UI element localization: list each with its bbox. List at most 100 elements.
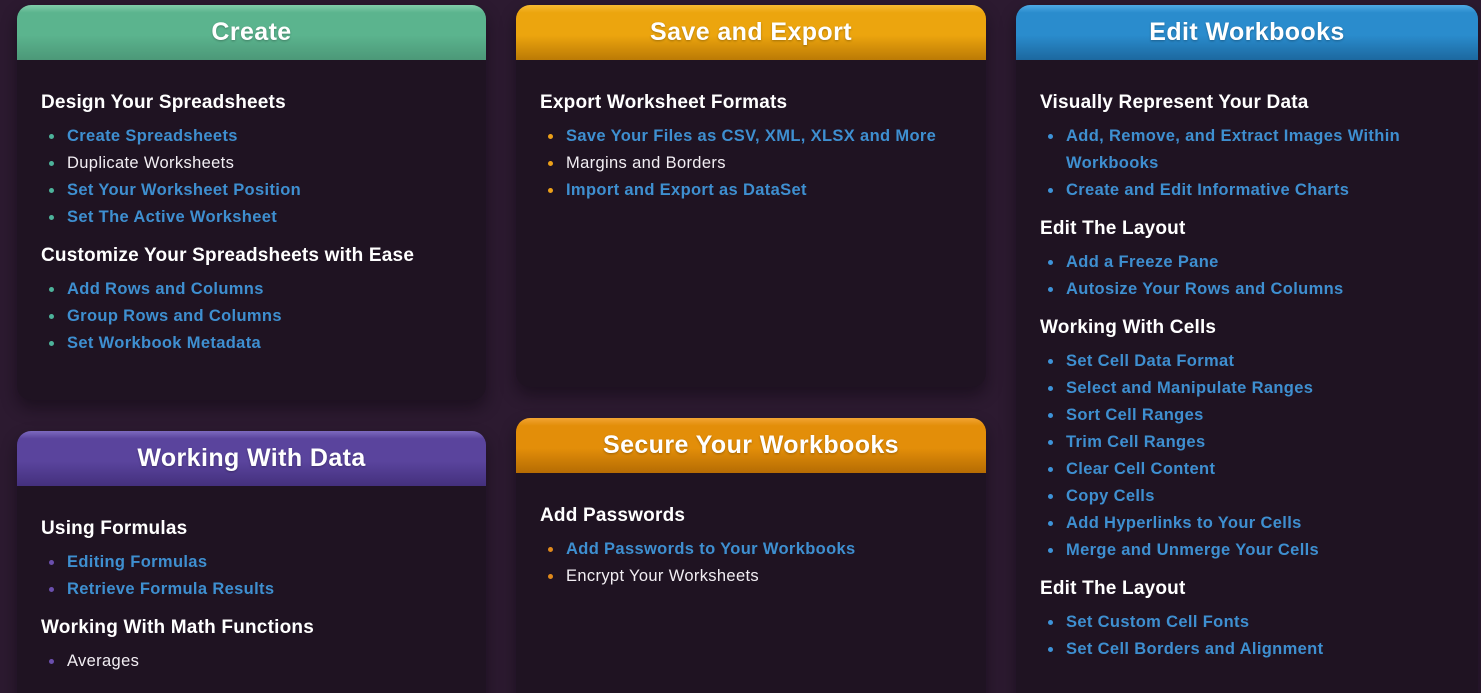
topic-item[interactable]: Set The Active Worksheet xyxy=(41,204,462,231)
topic-item[interactable]: Set Your Worksheet Position xyxy=(41,177,462,204)
topic-link[interactable]: Set Your Worksheet Position xyxy=(67,181,301,199)
topic-item[interactable]: Create and Edit Informative Charts xyxy=(1040,177,1454,204)
topic-link[interactable]: Editing Formulas xyxy=(67,553,207,571)
card-title: Save and Export xyxy=(650,18,852,47)
topic-item[interactable]: Set Cell Data Format xyxy=(1040,348,1454,375)
topic-item[interactable]: Set Custom Cell Fonts xyxy=(1040,609,1454,636)
card-edit-workbooks: Edit WorkbooksVisually Represent Your Da… xyxy=(1016,5,1478,693)
bullet-icon xyxy=(49,188,54,193)
bullet-icon xyxy=(49,587,54,592)
topic-item[interactable]: Import and Export as DataSet xyxy=(540,177,962,204)
topic-item[interactable]: Retrieve Formula Results xyxy=(41,576,462,603)
bullet-icon xyxy=(49,560,54,565)
topic-link[interactable]: Select and Manipulate Ranges xyxy=(1066,379,1313,397)
topic-link[interactable]: Save Your Files as CSV, XML, XLSX and Mo… xyxy=(566,127,936,145)
topic-item[interactable]: Sort Cell Ranges xyxy=(1040,402,1454,429)
bullet-icon xyxy=(1048,386,1053,391)
topic-item[interactable]: Add Rows and Columns xyxy=(41,276,462,303)
card-title: Create xyxy=(211,18,291,47)
topic-link[interactable]: Copy Cells xyxy=(1066,487,1155,505)
topic-label: Margins and Borders xyxy=(566,154,726,172)
bullet-icon xyxy=(1048,413,1053,418)
bullet-icon xyxy=(1048,620,1053,625)
topic-link[interactable]: Set Cell Borders and Alignment xyxy=(1066,640,1323,658)
topic-link[interactable]: Merge and Unmerge Your Cells xyxy=(1066,541,1319,559)
topic-link[interactable]: Add, Remove, and Extract Images Within W… xyxy=(1066,127,1400,172)
topic-list: Add Passwords to Your Workbooks Encrypt Y… xyxy=(540,536,962,590)
topic-item: Duplicate Worksheets xyxy=(41,150,462,177)
topic-item[interactable]: Add a Freeze Pane xyxy=(1040,249,1454,276)
topic-item[interactable]: Select and Manipulate Ranges xyxy=(1040,375,1454,402)
topic-item[interactable]: Copy Cells xyxy=(1040,483,1454,510)
topic-link[interactable]: Set Cell Data Format xyxy=(1066,352,1234,370)
topic-link[interactable]: Create Spreadsheets xyxy=(67,127,238,145)
topic-link[interactable]: Add a Freeze Pane xyxy=(1066,253,1219,271)
section-heading: Edit The Layout xyxy=(1040,578,1454,600)
card-secure-your-workbooks: Secure Your Workbooks Add Passwords Add Pa… xyxy=(516,418,986,693)
card-title: Working With Data xyxy=(137,444,365,473)
card-create: Create Design Your SpreadsheetsCreate Spr… xyxy=(17,5,486,400)
topic-item[interactable]: Create Spreadsheets xyxy=(41,123,462,150)
topic-item[interactable]: Set Workbook Metadata xyxy=(41,330,462,357)
topic-item[interactable]: Add, Remove, and Extract Images Within W… xyxy=(1040,123,1454,177)
topic-link[interactable]: Retrieve Formula Results xyxy=(67,580,274,598)
bullet-icon xyxy=(1048,647,1053,652)
topic-item: Encrypt Your Worksheets xyxy=(540,563,962,590)
card-body: Design Your SpreadsheetsCreate Spreadshe… xyxy=(17,60,486,385)
topic-list: Add a Freeze Pane Autosize Your Rows and … xyxy=(1040,249,1454,303)
topic-item[interactable]: Trim Cell Ranges xyxy=(1040,429,1454,456)
section-heading: Working With Cells xyxy=(1040,317,1454,339)
bullet-icon xyxy=(1048,359,1053,364)
topic-list: Save Your Files as CSV, XML, XLSX and Mo… xyxy=(540,123,962,204)
section-heading: Working With Math Functions xyxy=(41,617,462,639)
card-header-secure-your-workbooks: Secure Your Workbooks xyxy=(516,418,986,473)
topic-link[interactable]: Create and Edit Informative Charts xyxy=(1066,181,1349,199)
bullet-icon xyxy=(548,161,553,166)
card-title: Secure Your Workbooks xyxy=(603,431,899,460)
topic-link[interactable]: Set Workbook Metadata xyxy=(67,334,261,352)
topic-label: Duplicate Worksheets xyxy=(67,154,234,172)
topic-link[interactable]: Set The Active Worksheet xyxy=(67,208,277,226)
topic-link[interactable]: Group Rows and Columns xyxy=(67,307,282,325)
topic-link[interactable]: Add Passwords to Your Workbooks xyxy=(566,540,856,558)
bullet-icon xyxy=(1048,188,1053,193)
topic-link[interactable]: Trim Cell Ranges xyxy=(1066,433,1205,451)
topic-item[interactable]: Set Cell Borders and Alignment xyxy=(1040,636,1454,663)
bullet-icon xyxy=(1048,134,1053,139)
topic-link[interactable]: Add Hyperlinks to Your Cells xyxy=(1066,514,1302,532)
topic-link[interactable]: Autosize Your Rows and Columns xyxy=(1066,280,1344,298)
bullet-icon xyxy=(548,134,553,139)
section-heading: Export Worksheet Formats xyxy=(540,92,962,114)
topic-list: Set Custom Cell Fonts Set Cell Borders an… xyxy=(1040,609,1454,663)
column-2: Edit WorkbooksVisually Represent Your Da… xyxy=(1016,5,1478,693)
bullet-icon xyxy=(49,215,54,220)
topic-item[interactable]: Add Passwords to Your Workbooks xyxy=(540,536,962,563)
topic-item[interactable]: Autosize Your Rows and Columns xyxy=(1040,276,1454,303)
card-header-save-and-export: Save and Export xyxy=(516,5,986,60)
topic-link[interactable]: Clear Cell Content xyxy=(1066,460,1215,478)
topic-item[interactable]: Add Hyperlinks to Your Cells xyxy=(1040,510,1454,537)
topic-item[interactable]: Editing Formulas xyxy=(41,549,462,576)
topic-link[interactable]: Sort Cell Ranges xyxy=(1066,406,1204,424)
bullet-icon xyxy=(1048,260,1053,265)
column-0: Create Design Your SpreadsheetsCreate Spr… xyxy=(17,5,486,693)
bullet-icon xyxy=(548,547,553,552)
bullet-icon xyxy=(1048,467,1053,472)
topic-link[interactable]: Import and Export as DataSet xyxy=(566,181,807,199)
topic-item[interactable]: Save Your Files as CSV, XML, XLSX and Mo… xyxy=(540,123,962,150)
topic-list: Editing Formulas Retrieve Formula Results xyxy=(41,549,462,603)
topic-item[interactable]: Merge and Unmerge Your Cells xyxy=(1040,537,1454,564)
card-body: Visually Represent Your DataAdd, Remove,… xyxy=(1016,60,1478,691)
topic-item[interactable]: Clear Cell Content xyxy=(1040,456,1454,483)
topic-link[interactable]: Set Custom Cell Fonts xyxy=(1066,613,1249,631)
section-heading: Using Formulas xyxy=(41,518,462,540)
section-heading: Add Passwords xyxy=(540,505,962,527)
topic-link[interactable]: Add Rows and Columns xyxy=(67,280,264,298)
bullet-icon xyxy=(1048,521,1053,526)
topic-cards-grid: Create Design Your SpreadsheetsCreate Spr… xyxy=(0,0,1481,693)
card-body: Export Worksheet Formats Save Your Files … xyxy=(516,60,986,232)
topic-item[interactable]: Group Rows and Columns xyxy=(41,303,462,330)
card-header-edit-workbooks: Edit Workbooks xyxy=(1016,5,1478,60)
bullet-icon xyxy=(49,161,54,166)
topic-label: Encrypt Your Worksheets xyxy=(566,567,759,585)
